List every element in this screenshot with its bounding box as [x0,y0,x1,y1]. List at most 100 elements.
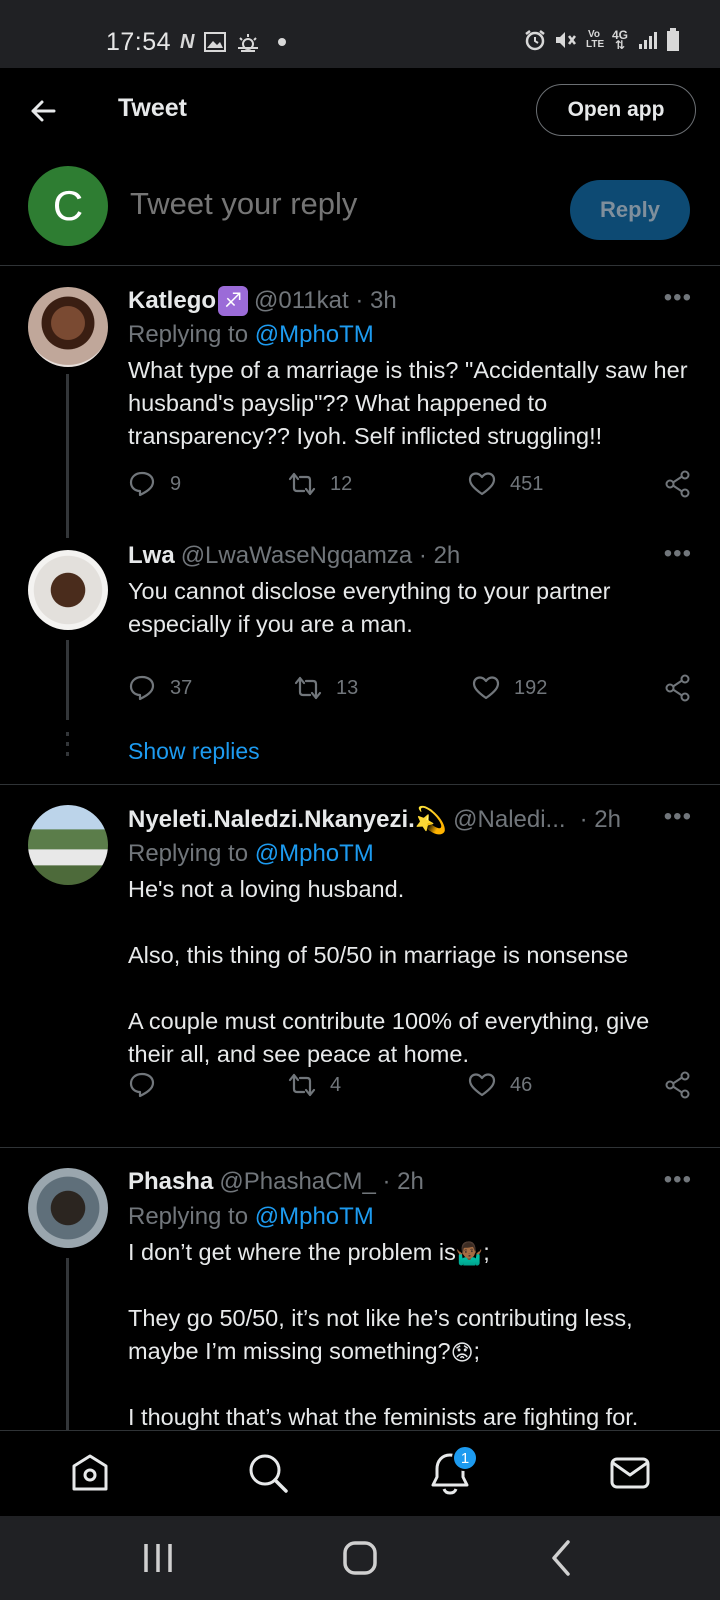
show-replies-link[interactable]: Show replies [128,738,260,765]
dizzy-emoji: 💫 [414,805,448,835]
heart-icon [468,1073,496,1097]
retweet-count: 12 [330,472,353,495]
text-suffix-2: ; [473,1338,481,1364]
tweet-phasha[interactable]: Phasha @PhashaCM_ · 2h ••• Replying to @… [0,1148,720,1430]
tweet-actions: 37 13 192 [128,674,694,708]
replying-to-link[interactable]: @MphoTM [255,321,374,348]
text-line-1: I don’t get where the problem is [128,1239,456,1265]
retweet-action[interactable]: 12 [288,470,352,498]
more-options-icon[interactable]: ••• [664,540,692,568]
dot-icon [278,38,287,46]
display-name[interactable]: Phasha [128,1168,213,1196]
share-icon [665,1071,690,1099]
tweet-time[interactable]: · 2h [580,806,621,834]
retweet-action[interactable]: 13 [294,674,358,702]
retweet-icon [288,1073,316,1097]
display-name[interactable]: Lwa [128,542,175,570]
search-icon[interactable] [246,1451,290,1495]
tweet-actions: 9 12 451 [128,470,694,504]
notification-badge: 1 [452,1445,478,1471]
share-icon [665,674,690,702]
reply-action[interactable] [128,1071,156,1099]
replying-to-link[interactable]: @MphoTM [255,840,374,867]
handle-time[interactable]: @LwaWaseNgqamza · 2h [181,542,461,570]
display-name[interactable]: Katlego [128,287,216,315]
more-options-icon[interactable]: ••• [664,284,692,312]
reply-icon [129,675,155,701]
reply-icon [129,1072,155,1098]
replying-prefix: Replying to [128,1203,255,1230]
replying-prefix: Replying to [128,840,255,867]
system-navigation-bar [0,1516,720,1600]
avatar[interactable] [28,550,108,630]
home-button-icon[interactable] [340,1538,380,1578]
like-count: 192 [514,676,548,699]
reply-count: 9 [170,472,182,495]
recent-apps-icon[interactable] [138,1538,178,1578]
open-app-button[interactable]: Open app [536,84,696,136]
status-time: 17:54 [106,28,172,56]
shrug-emoji: 🤷🏾‍♂️ [455,1240,484,1266]
alarm-icon [525,30,545,51]
battery-icon [667,28,679,51]
handle[interactable]: @Naledi... [453,806,565,834]
reply-action[interactable]: 37 [128,674,192,702]
tweet-header: Lwa @LwaWaseNgqamza · 2h [128,542,460,570]
tweet-text: I don’t get where the problem is🤷🏾‍♂️; T… [128,1236,688,1430]
retweet-action[interactable]: 4 [288,1071,341,1099]
display-name[interactable]: Nyeleti.Naledzi.Nkanyezi. [128,806,415,834]
tweet-actions: 4 46 [128,1071,694,1105]
mute-icon [556,32,576,48]
replying-to: Replying to @MphoTM [128,840,374,868]
reply-icon [129,471,155,497]
tweet-text: You cannot disclose everything to your p… [128,578,618,637]
like-action[interactable]: 192 [472,674,547,702]
like-action[interactable]: 451 [468,470,543,498]
replying-to-link[interactable]: @MphoTM [255,1203,374,1230]
tweet-lwa[interactable]: Lwa @LwaWaseNgqamza · 2h ••• You cannot … [0,530,720,784]
replying-to: Replying to @MphoTM [128,1203,374,1231]
more-options-icon[interactable]: ••• [664,803,692,831]
text-suffix-1: ; [483,1239,490,1265]
thread-dots [66,732,69,762]
replying-to: Replying to @MphoTM [128,321,374,349]
retweet-icon [294,676,322,700]
avatar[interactable] [28,287,108,367]
more-options-icon[interactable]: ••• [664,1166,692,1194]
system-back-icon[interactable] [542,1538,582,1578]
share-icon [665,470,690,498]
tweet-katlego[interactable]: Katlego ♐ @011kat · 3h ••• Replying to @… [0,266,720,538]
network-type: 4G ⇅ [611,28,628,52]
share-action[interactable] [664,674,692,702]
image-icon [204,32,227,52]
text-line-3: I thought that’s what the feminists are … [128,1404,639,1430]
retweet-count: 4 [330,1073,342,1096]
thread-line [66,640,69,720]
home-icon[interactable] [68,1451,112,1495]
tweet-header: Nyeleti.Naledzi.Nkanyezi. 💫 @Naledi... ·… [128,805,621,835]
messages-icon[interactable] [608,1451,652,1495]
avatar[interactable] [28,1168,108,1248]
reply-button[interactable]: Reply [570,180,690,240]
reply-input[interactable] [130,186,510,222]
handle-time[interactable]: @PhashaCM_ · 2h [219,1168,423,1196]
status-bar: 17:54 N Vo LTE 4G ⇅ [0,0,720,68]
reply-action[interactable]: 9 [128,470,181,498]
retweet-count: 13 [336,676,359,699]
bottom-navigation: 1 [0,1430,720,1516]
tweet-nyeleti[interactable]: Nyeleti.Naledzi.Nkanyezi. 💫 @Naledi... ·… [0,785,720,1147]
share-action[interactable] [664,1071,692,1099]
like-count: 46 [510,1073,533,1096]
handle-time[interactable]: @011kat · 3h [254,287,397,315]
heart-icon [472,676,500,700]
like-action[interactable]: 46 [468,1071,532,1099]
tweet-header: Tweet Open app [0,68,720,154]
signal-icon [639,32,657,49]
back-arrow-icon[interactable] [28,96,58,126]
tweet-header: Katlego ♐ @011kat · 3h [128,286,397,316]
status-right-icons: Vo LTE 4G ⇅ [524,28,680,52]
heart-icon [468,472,496,496]
avatar[interactable] [28,805,108,885]
share-action[interactable] [664,470,692,498]
tweet-header: Phasha @PhashaCM_ · 2h [128,1168,424,1196]
